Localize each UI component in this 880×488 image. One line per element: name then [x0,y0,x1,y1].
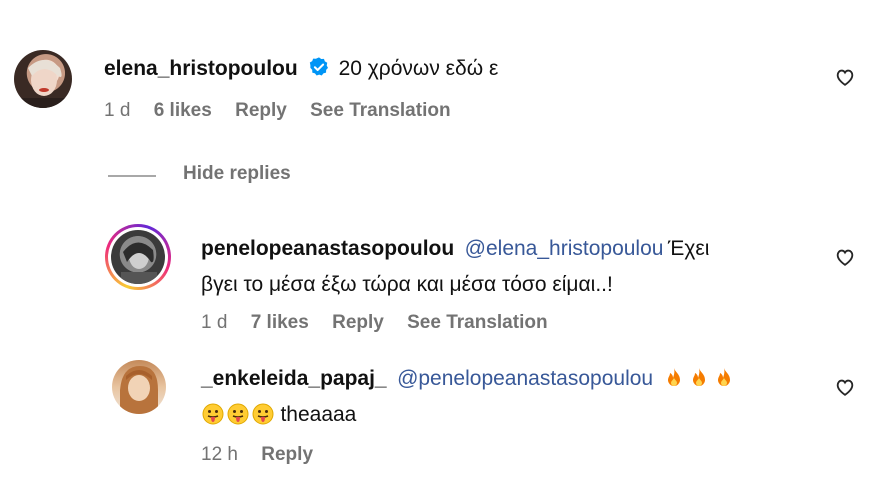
avatar-penelope [111,230,165,284]
username-elena[interactable]: elena_hristopoulou [104,57,298,80]
comment-likes[interactable]: 6 likes [154,100,212,121]
mention-link[interactable]: @elena_hristopoulou [465,237,664,260]
comment-meta: 1 d 6 likes Reply See Translation [104,100,451,122]
username-enkeleida[interactable]: _enkeleida_papaj_ [201,367,387,390]
reply2-time[interactable]: 12 h [201,444,238,465]
see-translation-button[interactable]: See Translation [310,100,450,121]
reply2-like-heart-icon[interactable] [834,376,856,398]
hide-replies-button[interactable]: Hide replies [183,163,291,185]
reply1-text-part2: βγει το μέσα έξω τώρα και μέσα τόσο είμα… [201,273,613,296]
reply-button[interactable]: Reply [235,100,287,121]
reply1-meta: 1 d 7 likes Reply See Translation [201,312,548,334]
partial-previous-text [104,0,134,2]
verified-badge-icon [308,56,330,83]
reply2-text: theaaaa [280,403,357,426]
like-heart-icon[interactable] [834,66,856,88]
fire-emoji-icon [667,368,680,386]
reply2-reply-button[interactable]: Reply [261,444,313,465]
reply1-likes[interactable]: 7 likes [251,312,309,333]
mention-link[interactable]: @penelopeanastasopoulou [397,367,653,390]
avatar-photo-icon [120,366,158,414]
avatar-photo-icon [121,242,157,284]
reply2-meta: 12 h Reply [201,444,313,466]
reply1-like-heart-icon[interactable] [834,246,856,268]
face-with-tongue-emoji-icon [202,403,224,425]
username-penelope[interactable]: penelopeanastasopoulou [201,237,454,260]
fire-emoji-group [662,368,737,389]
avatar-elena[interactable] [14,50,72,108]
tongue-emoji-group [201,403,280,425]
avatar-photo-icon [14,60,72,108]
avatar-enkeleida[interactable] [112,360,166,414]
fire-emoji-icon [692,368,705,386]
face-with-tongue-emoji-icon [227,403,249,425]
hide-replies-line [108,175,156,177]
comment-text: 20 χρόνων εδώ ε [338,57,499,80]
reply1-reply-button[interactable]: Reply [332,312,384,333]
reply1-text-part1: Έχει [667,237,710,260]
reply1-see-translation-button[interactable]: See Translation [407,312,547,333]
comment-time[interactable]: 1 d [104,100,130,121]
avatar-penelope-story-ring[interactable] [105,224,171,290]
reply1-time[interactable]: 1 d [201,312,227,333]
fire-emoji-icon [717,368,730,386]
comment-line: elena_hristopoulou 20 χρόνων εδώ ε [104,56,498,83]
reply1-text-block: penelopeanastasopoulou @elena_hristopoul… [201,232,821,304]
reply2-text-block: _enkeleida_papaj_ @penelopeanastasopoulo… [201,362,821,434]
face-with-tongue-emoji-icon [252,403,274,425]
